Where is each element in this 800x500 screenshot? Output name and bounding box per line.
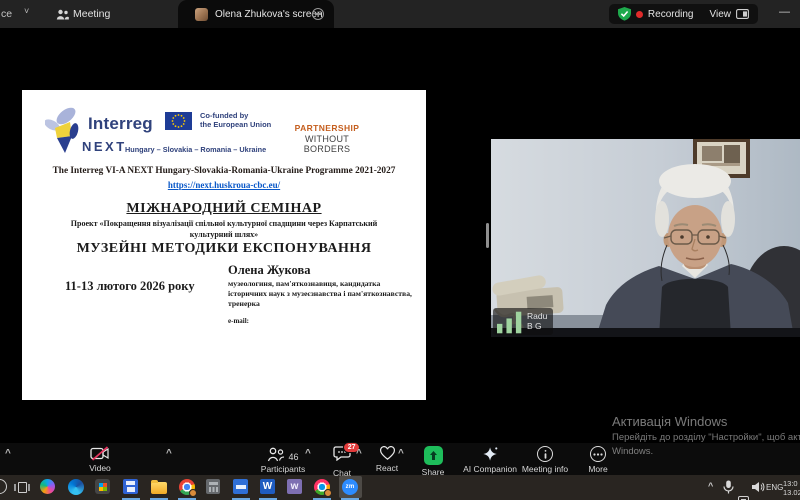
view-button[interactable]: View [710,9,732,20]
mail-app-icon[interactable] [233,479,249,495]
partnership-logo: PARTNERSHIP WITHOUT BORDERS [284,123,370,154]
event-dates: 11-13 лютого 2026 року [65,279,195,294]
microsoft-store-icon[interactable] [95,479,111,495]
recording-dot-icon [636,11,643,18]
tab-minimize-icon[interactable] [312,8,324,20]
security-shield-icon[interactable] [618,7,631,21]
panel-divider-handle[interactable] [486,223,489,248]
file-explorer-icon[interactable] [151,479,167,495]
participant-name-label: Radu B G [493,308,553,335]
interreg-pinwheel-logo [45,106,79,154]
participants-count: 46 [288,452,298,462]
language-indicator[interactable]: ENG [766,483,783,492]
speaker-icon[interactable] [752,481,765,493]
interreg-wordmark: Interreg [88,114,153,134]
tab-olena-zhukova-screen[interactable]: Olena Zhukova's screen [178,0,334,28]
participant-video-tile[interactable]: Radu B G [491,139,800,337]
meeting-info-button[interactable]: Meeting info [515,446,575,474]
info-icon [537,446,553,462]
seminar-title: МІЖНАРОДНИЙ СЕМІНАР [22,201,426,217]
email-label: e-mail: [228,317,249,325]
ai-sparkle-icon [482,446,499,462]
eu-flag-icon [165,112,192,130]
speaker-name: Олена Жукова [228,263,311,278]
presentation-slide: Interreg Co-funded by the European Union… [22,90,426,400]
share-screen-button[interactable]: Share [411,446,455,477]
chat-caret-icon[interactable]: ^ [356,448,362,459]
share-icon [424,446,443,465]
word-icon[interactable]: W [260,479,276,495]
camera-off-icon [90,446,110,461]
windows-taskbar: W w zm ^ ENG [0,475,800,500]
programme-title: The Interreg VI-A NEXT Hungary-Slovakia-… [22,166,426,176]
programme-link: https://next.huskroua-cbc.eu/ [22,180,426,190]
copilot-icon[interactable] [40,479,56,495]
chevron-down-icon[interactable]: ˅ [24,6,29,16]
participants-icon [267,447,285,462]
view-layout-icon[interactable] [736,9,749,19]
zoom-app-window: ce ˅ Meeting Olena Zhukova's screen Reco… [0,0,800,500]
more-ellipsis-icon [590,446,606,462]
save-app-icon[interactable] [123,479,139,495]
chrome-icon[interactable] [179,479,195,495]
avatar [195,8,208,21]
top-tab-bar: ce ˅ Meeting Olena Zhukova's screen Reco… [0,0,800,28]
workspace-text: ce [1,8,12,20]
audio-options-caret-icon[interactable]: ^ [5,448,11,459]
participants-caret-icon[interactable]: ^ [305,448,311,459]
start-search-icon[interactable] [0,479,7,494]
project-subtitle: Проект «Покращення візуалізації спільної… [59,219,389,240]
task-view-icon[interactable] [14,481,30,494]
participants-button[interactable]: 46 Participants [255,446,311,474]
tray-caret-icon[interactable]: ^ [708,481,713,491]
ai-companion-button[interactable]: AI Companion [458,446,522,474]
microphone-tray-icon[interactable] [722,480,735,494]
tab-meeting[interactable]: Meeting [73,8,110,20]
purple-w-app-icon[interactable]: w [287,479,303,495]
heart-icon [379,446,396,461]
tray-app-icon[interactable] [738,496,749,500]
react-caret-icon[interactable]: ^ [398,448,404,459]
speaker-bio: музеологиня, пам'яткознавиця, кандидатка… [228,279,412,309]
video-button[interactable]: Video [80,446,120,473]
main-title: МУЗЕЙНІ МЕТОДИКИ ЕКСПОНУВАННЯ [22,241,426,257]
connection-signal-icon [497,309,524,333]
cofunded-text: Co-funded by the European Union [200,111,271,129]
minimize-icon[interactable]: — [779,6,790,18]
zoom-app-icon[interactable]: zm [342,479,358,495]
taskbar-clock[interactable]: 13:0 13.02.2 [783,479,800,497]
meeting-people-icon [56,9,69,20]
video-options-caret-icon[interactable]: ^ [166,448,172,459]
calculator-icon[interactable] [206,479,222,495]
recording-indicator[interactable]: Recording [648,9,694,20]
next-label: NEXT [82,139,127,154]
programme-countries: Hungary – Slovakia – Romania – Ukraine [125,145,266,154]
meeting-status-pill: Recording View [609,4,758,24]
edge-browser-icon[interactable] [68,479,84,495]
chrome-profile2-icon[interactable] [314,479,330,495]
windows-activation-watermark: Активація Windows Перейдіть до розділу "… [612,414,800,457]
